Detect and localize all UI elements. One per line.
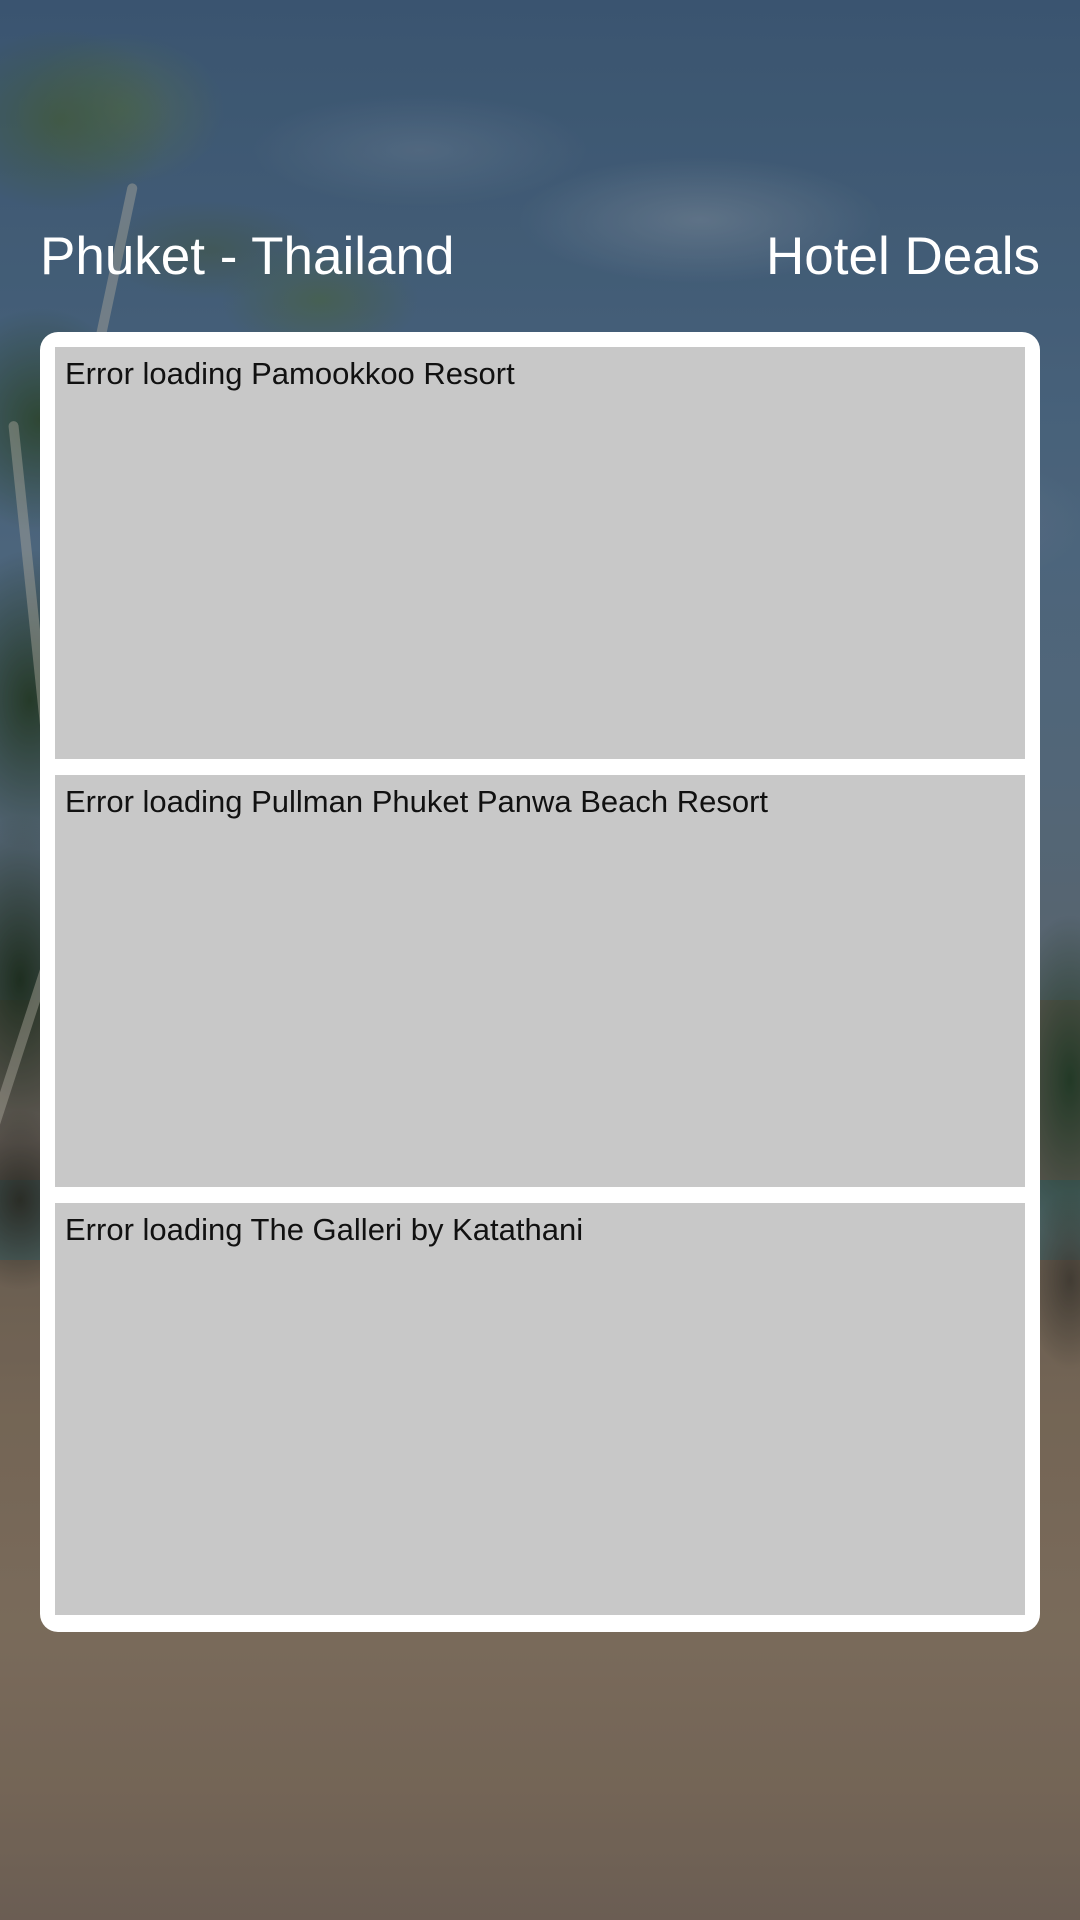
hotel-card-error-message: Error loading Pullman Phuket Panwa Beach… <box>65 784 769 819</box>
hotel-list-panel: Error loading Pamookkoo Resort Error loa… <box>40 332 1040 1632</box>
hotel-card-error-message: Error loading Pamookkoo Resort <box>65 356 515 391</box>
header: Phuket - Thailand Hotel Deals <box>40 222 1040 292</box>
app-screen: Phuket - Thailand Hotel Deals Error load… <box>0 0 1080 1920</box>
hotel-card-error-message: Error loading The Galleri by Katathani <box>65 1212 584 1247</box>
hotel-card[interactable]: Error loading Pamookkoo Resort <box>55 347 1025 759</box>
hotel-card[interactable]: Error loading The Galleri by Katathani <box>55 1203 1025 1615</box>
hotel-card[interactable]: Error loading Pullman Phuket Panwa Beach… <box>55 775 1025 1187</box>
page-title: Phuket - Thailand <box>40 227 455 286</box>
page-subtitle: Hotel Deals <box>766 227 1040 286</box>
